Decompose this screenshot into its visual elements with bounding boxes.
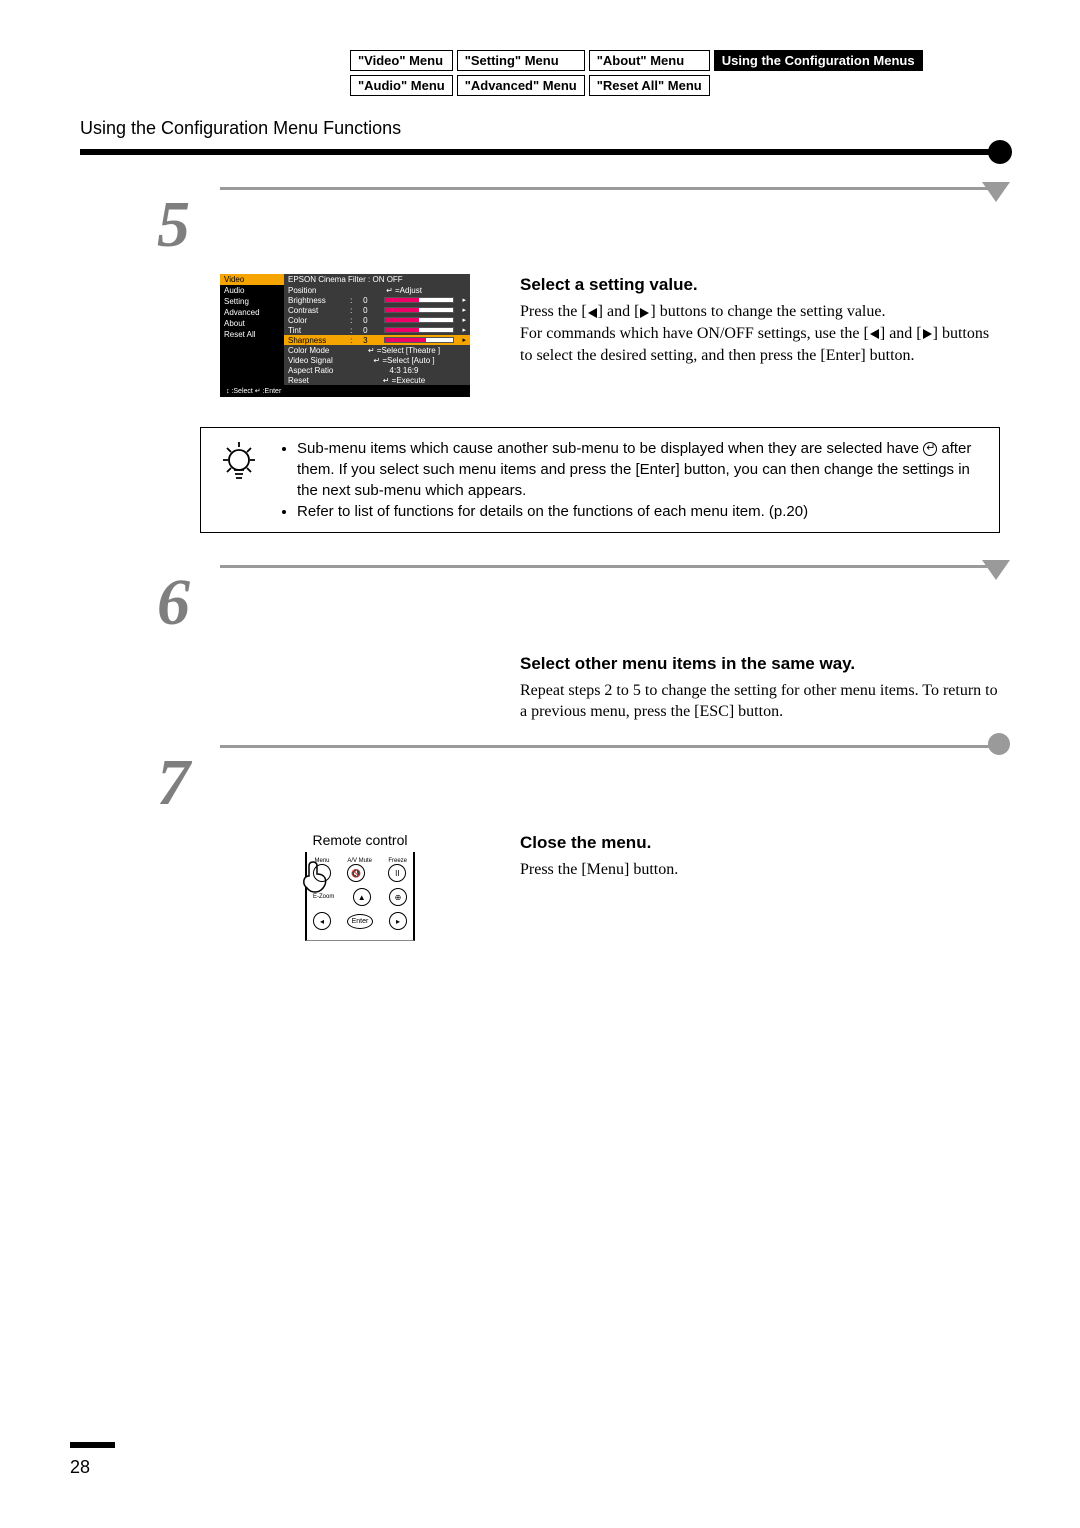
osd-row: Tint: 0▸ bbox=[284, 325, 470, 335]
step-text: Repeat steps 2 to 5 to change the settin… bbox=[520, 680, 1000, 723]
section-rule bbox=[80, 149, 1000, 155]
step-marker-icon bbox=[988, 733, 1010, 755]
osd-row: Aspect Ratio 4:3 16:9 bbox=[284, 365, 470, 375]
av-mute-button[interactable]: 🔇 bbox=[347, 864, 365, 882]
enter-icon bbox=[923, 442, 937, 456]
nav-using-config[interactable]: Using the Configuration Menus bbox=[714, 50, 923, 71]
osd-left-item: About bbox=[220, 318, 284, 329]
remote-btn-label: Menu bbox=[313, 858, 331, 864]
nav-right-button[interactable]: ▸ bbox=[389, 912, 407, 930]
step-rule bbox=[220, 745, 1000, 748]
nav-pills: "Video" Menu "Setting" Menu "About" Menu… bbox=[350, 50, 923, 96]
nav-left-button[interactable]: ◂ bbox=[313, 912, 331, 930]
step-7: 7 Remote control Menu A/V Mute 🔇 bbox=[80, 753, 1000, 941]
remote-btn-label: A/V Mute bbox=[347, 858, 372, 864]
nav-setting-menu[interactable]: "Setting" Menu bbox=[457, 50, 585, 71]
nav-advanced-menu[interactable]: "Advanced" Menu bbox=[457, 75, 585, 96]
osd-row: Video Signal↵ =Select [Auto ] bbox=[284, 355, 470, 365]
osd-row: Contrast: 0▸ bbox=[284, 305, 470, 315]
tip-item: Sub-menu items which cause another sub-m… bbox=[297, 438, 985, 501]
freeze-button[interactable]: II bbox=[388, 864, 406, 882]
mute-icon: 🔇 bbox=[351, 869, 361, 878]
step-rule bbox=[220, 565, 1000, 568]
remote-control-diagram: Menu A/V Mute 🔇 Freeze II E-Zoom ▲ ⊕ ◂ bbox=[305, 852, 415, 941]
tip-item: Refer to list of functions for details o… bbox=[297, 501, 985, 522]
osd-screenshot: Video Audio Setting Advanced About Reset… bbox=[220, 274, 470, 397]
tip-box: Sub-menu items which cause another sub-m… bbox=[200, 427, 1000, 533]
nav-video-menu[interactable]: "Video" Menu bbox=[350, 50, 453, 71]
step-text: For commands which have ON/OFF settings,… bbox=[520, 323, 1000, 366]
pause-icon: II bbox=[395, 869, 399, 878]
ezoom-up-button[interactable]: ▲ bbox=[353, 888, 371, 906]
section-title: Using the Configuration Menu Functions bbox=[80, 118, 1000, 139]
osd-row-selected: Sharpness: 3▸ bbox=[284, 335, 470, 345]
right-arrow-icon bbox=[640, 308, 649, 318]
step-text: Press the [Menu] button. bbox=[520, 859, 1000, 881]
enter-button[interactable]: Enter bbox=[347, 914, 373, 929]
osd-row: Reset↵ =Execute bbox=[284, 375, 470, 385]
step-6: 6 Select other menu items in the same wa… bbox=[80, 573, 1000, 723]
remote-control-label: Remote control bbox=[220, 832, 500, 848]
step-heading: Close the menu. bbox=[520, 832, 1000, 855]
step-heading: Select a setting value. bbox=[520, 274, 1000, 297]
step-number: 6 bbox=[80, 573, 200, 632]
remote-btn-label: Freeze bbox=[388, 858, 407, 864]
right-arrow-icon bbox=[923, 329, 932, 339]
osd-left-item: Audio bbox=[220, 285, 284, 296]
osd-row: Color Mode↵ =Select [Theatre ] bbox=[284, 345, 470, 355]
osd-header: EPSON Cinema Filter : ON OFF bbox=[284, 274, 470, 285]
left-arrow-icon bbox=[588, 308, 597, 318]
osd-left-item: Reset All bbox=[220, 329, 284, 340]
menu-button[interactable] bbox=[313, 864, 331, 882]
step-text: Press the [] and [] buttons to change th… bbox=[520, 301, 1000, 323]
osd-left-item: Video bbox=[220, 274, 284, 285]
osd-footer: ↕ :Select ↵ :Enter bbox=[220, 385, 470, 397]
left-arrow-icon bbox=[870, 329, 879, 339]
step-rule bbox=[220, 187, 1000, 190]
nav-about-menu[interactable]: "About" Menu bbox=[589, 50, 710, 71]
step-number: 7 bbox=[80, 753, 200, 812]
step-marker-icon bbox=[982, 182, 1010, 202]
osd-row: Position↵ =Adjust bbox=[284, 285, 470, 295]
osd-row: Color: 0▸ bbox=[284, 315, 470, 325]
osd-left-item: Setting bbox=[220, 296, 284, 307]
lightbulb-icon bbox=[215, 438, 263, 522]
step-marker-icon bbox=[982, 560, 1010, 580]
step-heading: Select other menu items in the same way. bbox=[520, 653, 1000, 676]
ezoom-plus-button[interactable]: ⊕ bbox=[389, 888, 407, 906]
step-number: 5 bbox=[80, 195, 200, 254]
nav-resetall-menu[interactable]: "Reset All" Menu bbox=[589, 75, 710, 96]
nav-audio-menu[interactable]: "Audio" Menu bbox=[350, 75, 453, 96]
osd-row: Brightness: 0▸ bbox=[284, 295, 470, 305]
osd-left-item: Advanced bbox=[220, 307, 284, 318]
page-number: 28 bbox=[70, 1457, 90, 1478]
step-5: 5 Video Audio Setting Advanced About Res… bbox=[80, 195, 1000, 397]
page-number-bar bbox=[70, 1442, 115, 1448]
